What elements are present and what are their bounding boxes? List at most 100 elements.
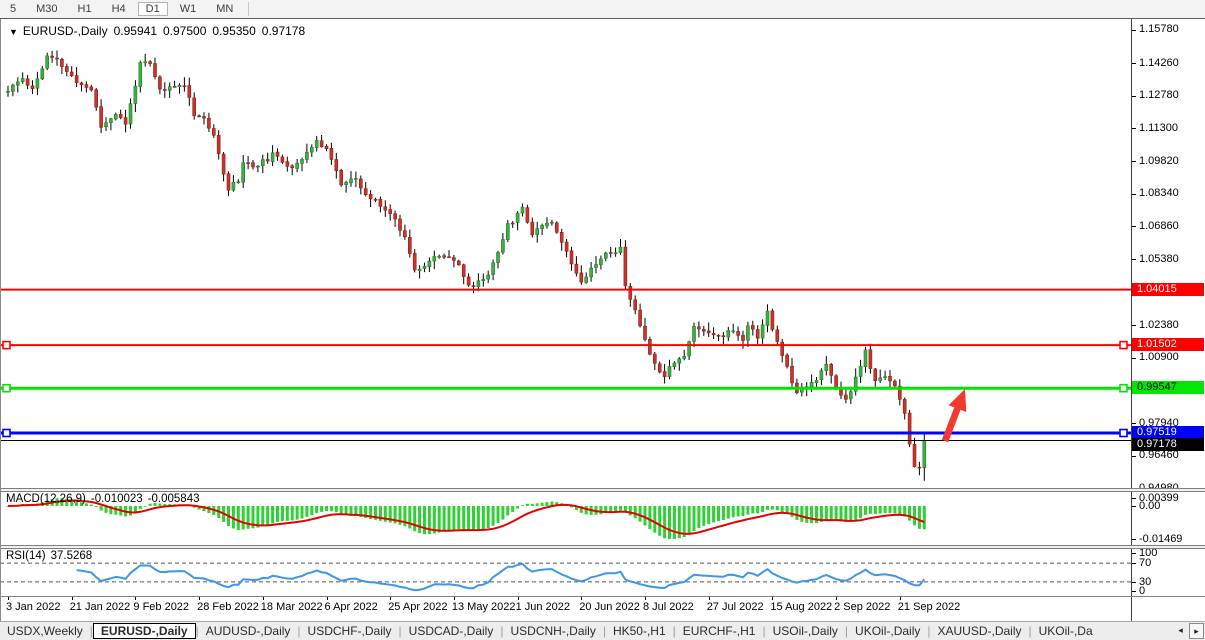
tab-ukoil-daily[interactable]: UKOil-,Daily xyxy=(848,623,927,639)
price-tick-mark xyxy=(1132,456,1136,457)
price-tick-label: 1.09820 xyxy=(1139,155,1179,167)
macd-tick-mark xyxy=(1132,539,1136,540)
candlestick-chart[interactable] xyxy=(0,19,1131,488)
date-tick-mark xyxy=(836,597,837,600)
rsi-tick-mark xyxy=(1132,563,1136,564)
timeframe-w1[interactable]: W1 xyxy=(172,2,205,16)
tab-eurchf-h1[interactable]: EURCHF-,H1 xyxy=(676,623,763,639)
price-tick-mark xyxy=(1132,128,1136,129)
date-tick-label: 9 Feb 2022 xyxy=(133,601,189,613)
tab-scroll-arrows: ◂ ▸ xyxy=(1174,623,1204,639)
price-tick-mark xyxy=(1132,423,1136,424)
price-tick-label: 1.08340 xyxy=(1139,187,1179,199)
date-axis-border xyxy=(0,596,1205,597)
tab-audusd-daily[interactable]: AUDUSD-,Daily xyxy=(199,623,298,639)
date-tick-mark xyxy=(390,597,391,600)
tab-usdcnh-daily[interactable]: USDCNH-,Daily xyxy=(503,623,602,639)
resistance-line-2-handle[interactable] xyxy=(3,342,10,349)
date-tick-label: 25 Apr 2022 xyxy=(388,601,447,613)
rsi-tick-mark xyxy=(1132,553,1136,554)
support-line-blue-handle[interactable] xyxy=(3,430,10,437)
rsi-panel[interactable] xyxy=(0,549,1205,596)
tab-usdchf-daily[interactable]: USDCHF-,Daily xyxy=(301,623,399,639)
timeframe-mn[interactable]: MN xyxy=(208,2,241,16)
timeframe-h1[interactable]: H1 xyxy=(70,2,100,16)
date-tick-label: 21 Sep 2022 xyxy=(898,601,960,613)
chart-title: ▼EURUSD-,Daily0.959410.975000.953500.971… xyxy=(9,24,305,38)
price-tick-mark xyxy=(1132,325,1136,326)
date-tick-label: 21 Jan 2022 xyxy=(70,601,131,613)
macd-name: MACD(12,26,9) xyxy=(6,493,86,505)
date-tick-label: 13 May 2022 xyxy=(452,601,516,613)
tab-eurusd-daily[interactable]: EURUSD-,Daily xyxy=(93,623,196,639)
timeframe-m30[interactable]: M30 xyxy=(28,2,65,16)
date-tick-mark xyxy=(900,597,901,600)
chart-symbol-period: EURUSD-,Daily xyxy=(23,24,108,38)
panel-separator[interactable] xyxy=(0,545,1205,549)
date-tick-mark xyxy=(454,597,455,600)
date-tick-mark xyxy=(709,597,710,600)
date-tick-mark xyxy=(135,597,136,600)
support-line-green-price-label: 0.99547 xyxy=(1132,381,1204,394)
collapse-triangle-icon[interactable]: ▼ xyxy=(9,27,18,37)
date-tick-label: 8 Jul 2022 xyxy=(643,601,694,613)
tab-usoil-daily[interactable]: USOil-,Daily xyxy=(766,623,845,639)
date-tick-mark xyxy=(518,597,519,600)
date-tick-label: 18 Mar 2022 xyxy=(261,601,323,613)
date-tick-label: 1 Jun 2022 xyxy=(516,601,570,613)
date-axis[interactable]: 3 Jan 202221 Jan 20229 Feb 202228 Feb 20… xyxy=(0,597,1205,621)
price-tick-mark xyxy=(1132,30,1136,31)
support-line-green-handle[interactable] xyxy=(1120,385,1127,392)
support-line-blue-handle[interactable] xyxy=(1120,430,1127,437)
rsi-tick-mark xyxy=(1132,582,1136,583)
tab-scroll-right-icon[interactable]: ▸ xyxy=(1189,623,1204,639)
timeframe-h4[interactable]: H4 xyxy=(104,2,134,16)
date-tick-mark xyxy=(581,597,582,600)
timeframe-d1[interactable]: D1 xyxy=(138,2,168,16)
ohlc-close: 0.97178 xyxy=(262,24,305,38)
date-tick-label: 15 Aug 2022 xyxy=(770,601,832,613)
panel-separator[interactable] xyxy=(0,488,1205,492)
price-tick-label: 1.00900 xyxy=(1139,351,1179,363)
date-tick-mark xyxy=(263,597,264,600)
rsi-tick-label: 70 xyxy=(1139,557,1151,569)
tab-scroll-left-icon[interactable]: ◂ xyxy=(1174,623,1187,637)
toolbar-separator xyxy=(248,2,249,16)
rsi-name: RSI(14) xyxy=(6,550,46,562)
price-tick-mark xyxy=(1132,161,1136,162)
price-tick-mark xyxy=(1132,358,1136,359)
price-tick-label: 1.14260 xyxy=(1139,57,1179,69)
chart-tab-bar: USDX,Weekly|EURUSD-,Daily|AUDUSD-,Daily|… xyxy=(0,621,1205,640)
date-tick-label: 27 Jul 2022 xyxy=(707,601,764,613)
date-tick-label: 6 Apr 2022 xyxy=(325,601,378,613)
price-tick-label: 1.11300 xyxy=(1139,122,1178,134)
macd-tick-mark xyxy=(1132,506,1136,507)
tab-hk50-h1[interactable]: HK50-,H1 xyxy=(606,623,673,639)
macd-signal-line xyxy=(8,500,924,534)
resistance-line-2-price-label: 1.01502 xyxy=(1132,338,1204,351)
tab-ukoil-da[interactable]: UKOil-,Da xyxy=(1032,623,1100,639)
resistance-line-2-handle[interactable] xyxy=(1120,342,1127,349)
rsi-label: RSI(14)37.5268 xyxy=(6,550,92,562)
date-tick-mark xyxy=(327,597,328,600)
macd-tick-mark xyxy=(1132,498,1136,499)
current-price-line-price-label: 0.97178 xyxy=(1132,438,1204,451)
price-axis-border xyxy=(1131,19,1132,621)
price-panel[interactable] xyxy=(0,19,1205,488)
date-tick-mark xyxy=(72,597,73,600)
date-tick-mark xyxy=(645,597,646,600)
price-axis[interactable]: 1.15780 1.14260 1.12780 1.11300 1.09820 1.083… xyxy=(1132,19,1205,621)
macd-main-value: -0.010023 xyxy=(91,493,143,505)
price-tick-label: 1.12780 xyxy=(1139,89,1179,101)
candles xyxy=(7,56,926,468)
tab-usdcad-daily[interactable]: USDCAD-,Daily xyxy=(402,623,501,639)
support-line-green-handle[interactable] xyxy=(3,385,10,392)
macd-tick-label: 0.00 xyxy=(1139,500,1160,512)
date-tick-label: 20 Jun 2022 xyxy=(579,601,640,613)
price-tick-label: 1.06860 xyxy=(1139,220,1179,232)
price-tick-label: 1.15780 xyxy=(1139,23,1179,35)
timeframe-5[interactable]: 5 xyxy=(2,2,24,16)
tab-usdx-weekly[interactable]: USDX,Weekly xyxy=(0,623,90,639)
tab-xauusd-daily[interactable]: XAUUSD-,Daily xyxy=(931,623,1029,639)
macd-label: MACD(12,26,9)-0.010023-0.005843 xyxy=(6,493,199,505)
